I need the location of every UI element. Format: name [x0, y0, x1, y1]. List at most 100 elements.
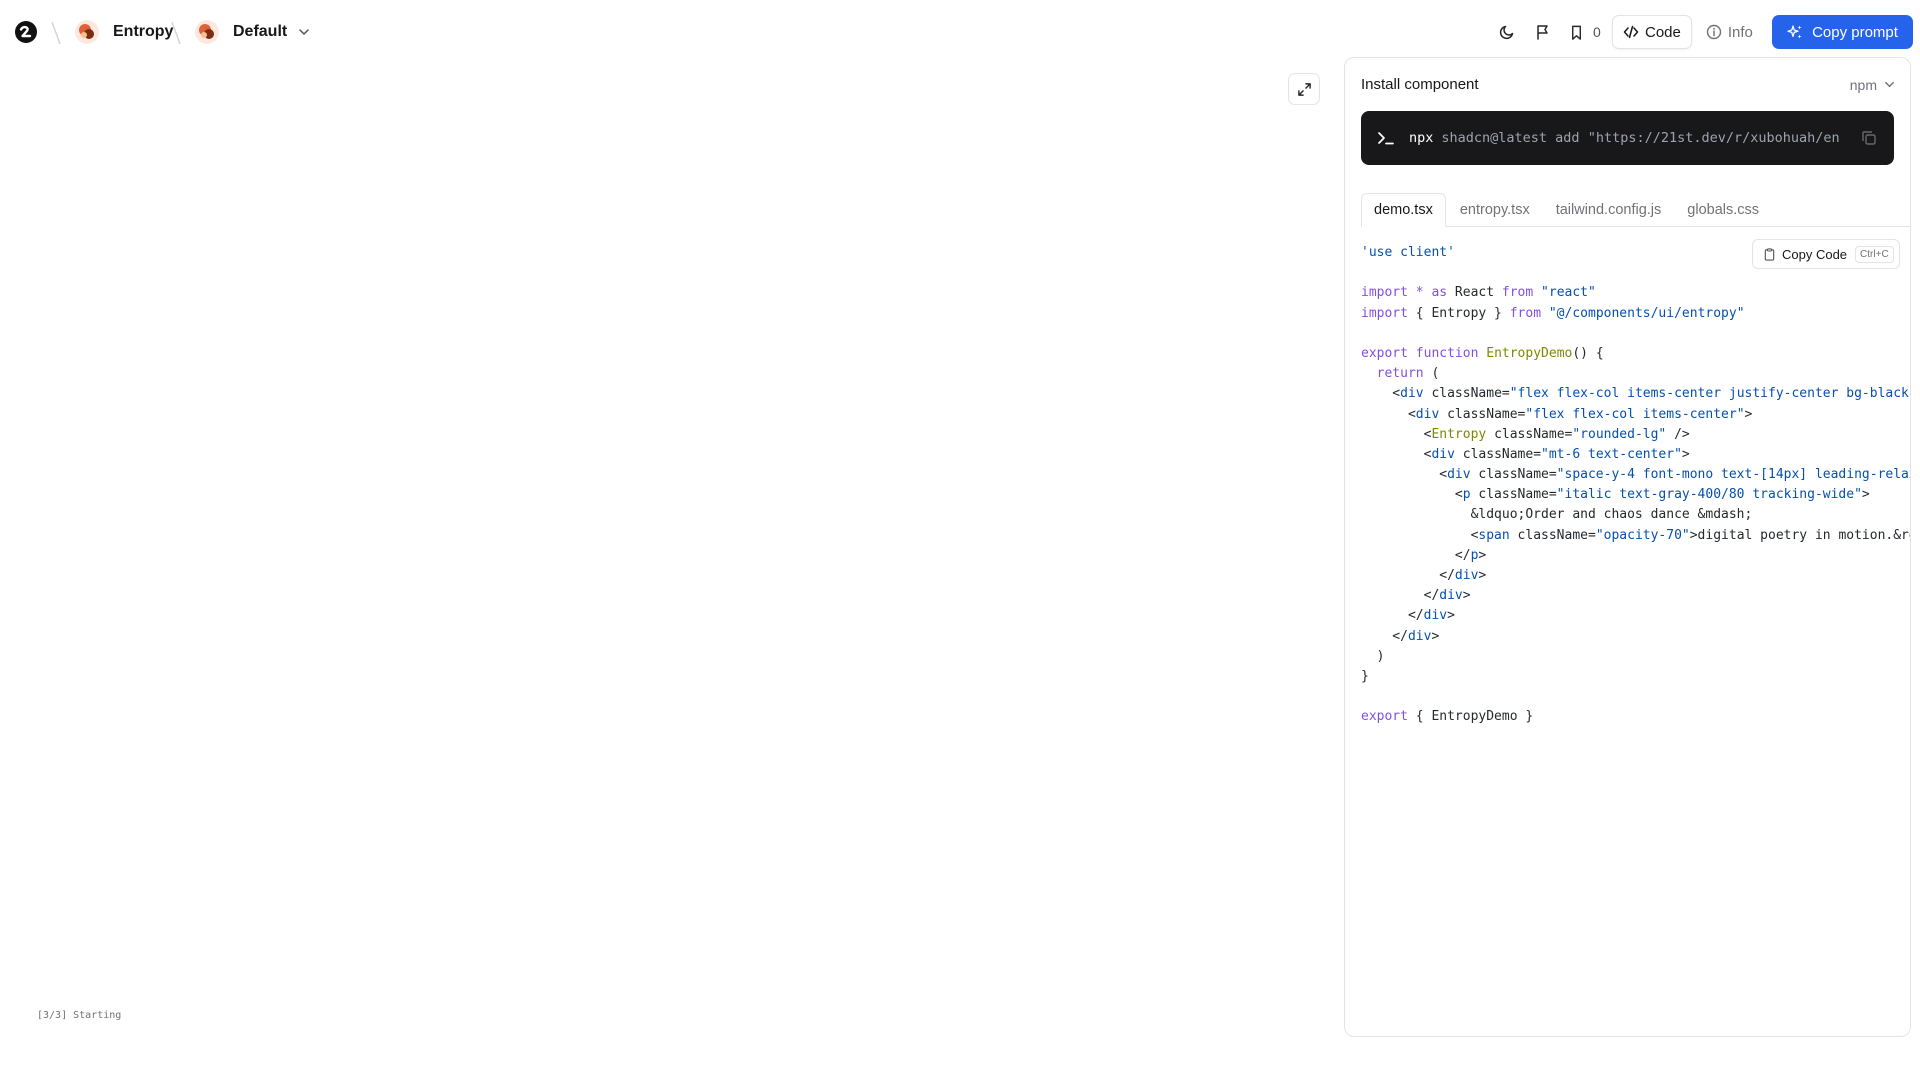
code-token: as [1431, 285, 1448, 301]
package-manager-select[interactable]: npm [1850, 77, 1896, 93]
tab-demo-tsx[interactable]: demo.tsx [1361, 193, 1446, 227]
code-token: < [1361, 406, 1416, 422]
breadcrumb-separator [171, 21, 181, 45]
code-token: "@/components/ui/entropy" [1548, 305, 1745, 321]
code-token: > [1462, 588, 1471, 604]
breadcrumb-separator [51, 21, 61, 45]
code-token: React [1447, 285, 1502, 301]
package-manager-value: npm [1849, 76, 1877, 93]
code-token: className= [1470, 467, 1557, 483]
code-token: > [1681, 446, 1690, 462]
bookmark-button[interactable]: 0 [1568, 20, 1601, 44]
code-token: div [1415, 406, 1440, 422]
panel-header: Install component npm [1361, 76, 1896, 93]
install-command-box[interactable]: npx shadcn@latest add "https://21st.dev/r… [1361, 111, 1894, 165]
copy-icon[interactable] [1860, 129, 1878, 147]
code-token: ( [1423, 366, 1440, 382]
code-token: return [1376, 366, 1424, 382]
code-token: div [1407, 628, 1432, 644]
tab-tailwind-config[interactable]: tailwind.config.js [1544, 194, 1674, 226]
clipboard-icon [1764, 247, 1775, 261]
copy-prompt-button[interactable]: Copy prompt [1772, 15, 1913, 49]
tab-code[interactable]: Code [1612, 15, 1692, 49]
code-token: "opacity-70" [1595, 527, 1690, 543]
code-token: < [1361, 446, 1432, 462]
report-button[interactable] [1532, 21, 1554, 43]
code-token: { Entropy } [1407, 305, 1510, 321]
code-token: * [1415, 285, 1424, 301]
info-icon [1706, 24, 1722, 40]
copy-prompt-label: Copy prompt [1812, 23, 1898, 41]
preview-status-text: [3/3] Starting [37, 1010, 122, 1021]
code-panel: Install component npm npx shadcn@latest a… [1344, 57, 1911, 1037]
chevron-down-icon [1885, 81, 1894, 88]
chevron-down-icon [299, 29, 309, 35]
tab-entropy-tsx[interactable]: entropy.tsx [1448, 194, 1542, 226]
code-token: import [1361, 285, 1408, 301]
code-token: div [1423, 608, 1448, 624]
moon-icon [1499, 25, 1514, 40]
code-line: <span className="opacity-70">digital poe… [1361, 526, 1910, 546]
theme-toggle-button[interactable] [1496, 21, 1518, 43]
code-token: "flex flex-col items-center justify-cent… [1509, 386, 1909, 402]
code-token: className= [1454, 446, 1542, 462]
variant-selector[interactable]: Default [195, 19, 311, 45]
code-token: > [1861, 487, 1870, 503]
code-block[interactable]: 'use client' import * as React from "rea… [1361, 243, 1911, 728]
code-token: < [1361, 386, 1401, 402]
code-line: <div className="space-y-4 font-mono text… [1361, 465, 1911, 485]
code-token: className= [1439, 406, 1526, 422]
panel-title: Install component [1361, 76, 1479, 93]
tab-info[interactable]: Info [1696, 15, 1763, 49]
code-line: </div> [1361, 566, 1910, 586]
code-line: <p className="italic text-gray-400/80 tr… [1361, 485, 1910, 505]
code-token: function [1415, 345, 1479, 361]
top-bar: Entropy Default 0 Code Info Copy prompt [0, 0, 1920, 64]
code-icon [1623, 25, 1639, 39]
code-token: "react" [1541, 285, 1596, 301]
breadcrumb-component[interactable]: Entropy [75, 19, 173, 45]
terminal-icon [1378, 132, 1394, 145]
code-line: import * as React from "react" [1361, 283, 1910, 303]
install-command: npx shadcn@latest add "https://21st.dev/r… [1409, 130, 1839, 146]
code-token: span [1478, 527, 1510, 543]
code-line: return ( [1361, 364, 1910, 384]
code-token: export [1361, 709, 1408, 725]
code-token: className= [1509, 527, 1596, 543]
install-command-npx: npx [1409, 130, 1434, 146]
code-token: { EntropyDemo } [1407, 709, 1534, 725]
code-token: export [1361, 345, 1408, 361]
code-token: < [1361, 467, 1448, 483]
copy-code-button[interactable]: Copy Code Ctrl+C [1752, 239, 1900, 269]
variant-label: Default [233, 23, 288, 40]
logo-icon[interactable] [14, 20, 38, 44]
code-token: < [1361, 426, 1432, 442]
code-token: </ [1361, 568, 1455, 583]
code-token: "italic text-gray-400/80 tracking-wide" [1556, 487, 1862, 503]
code-token: < [1361, 487, 1463, 503]
tab-globals-css[interactable]: globals.css [1675, 194, 1771, 226]
code-token: "space-y-4 font-mono text-[14px] leading… [1556, 467, 1911, 483]
code-line: <div className="flex flex-col items-cent… [1361, 405, 1910, 425]
code-token: > [1447, 608, 1455, 624]
code-line: export function EntropyDemo() { [1361, 344, 1910, 364]
code-line: import { Entropy } from "@/components/ui… [1361, 304, 1910, 324]
code-token: className= [1470, 487, 1557, 503]
code-line: <div className="mt-6 text-center"> [1361, 445, 1910, 465]
code-line: &ldquo;Order and chaos dance &mdash; [1361, 505, 1910, 525]
code-line: </div> [1361, 627, 1910, 647]
code-token: div [1447, 467, 1471, 483]
code-line: </p> [1361, 546, 1910, 566]
code-token: } [1361, 668, 1369, 684]
code-token: >digital poetry in motion.&rdquo; [1689, 527, 1910, 543]
code-token: ) [1361, 648, 1385, 664]
code-line: <Entropy className="rounded-lg" /> [1361, 425, 1910, 445]
copy-code-shortcut: Ctrl+C [1855, 245, 1894, 263]
fullscreen-button[interactable] [1288, 73, 1320, 105]
code-token: > [1744, 406, 1753, 422]
bookmark-count: 0 [1593, 24, 1601, 40]
code-line: <div className="flex flex-col items-cent… [1361, 384, 1910, 404]
